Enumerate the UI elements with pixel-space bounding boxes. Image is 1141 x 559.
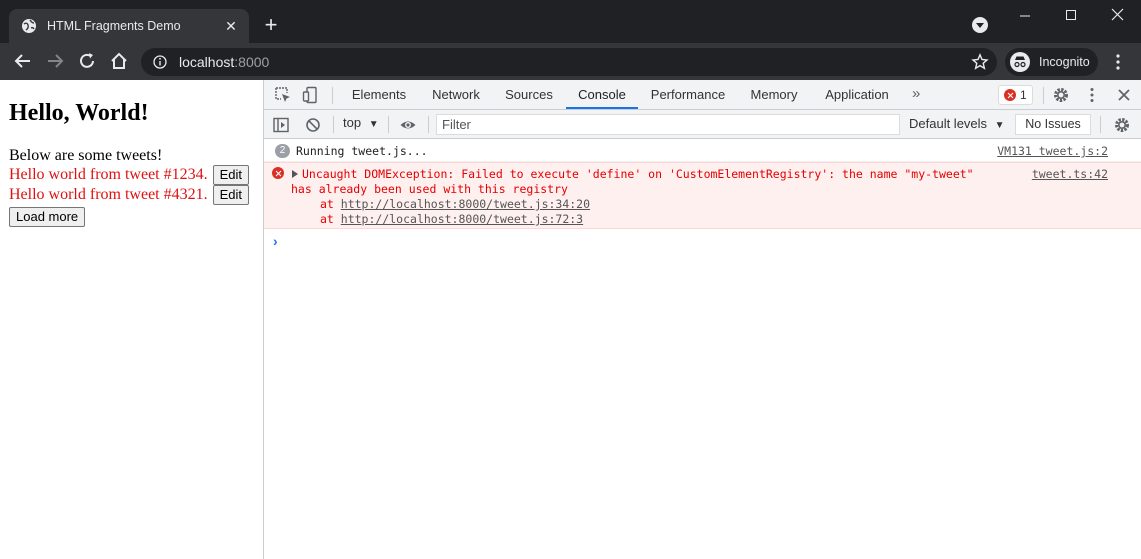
console-settings-gear-icon[interactable] xyxy=(1113,116,1131,134)
stack-link[interactable]: http://localhost:8000/tweet.js:72:3 xyxy=(341,212,583,226)
chevron-down-icon: ▼ xyxy=(994,120,1005,131)
stack-prefix: at xyxy=(320,212,341,226)
context-selector[interactable]: top ▼ xyxy=(343,115,379,130)
page-content: Hello, World! Below are some tweets! Hel… xyxy=(0,80,263,559)
browser-tab[interactable]: HTML Fragments Demo ✕ xyxy=(9,9,249,43)
tweet-item: Hello world from tweet #4321. Edit xyxy=(9,185,254,205)
browser-menu-icon[interactable] xyxy=(1112,52,1124,72)
error-message-line: has already been used with this registry xyxy=(291,182,568,196)
error-icon xyxy=(1004,89,1016,101)
clear-console-icon[interactable] xyxy=(304,116,322,134)
incognito-label: Incognito xyxy=(1039,55,1090,69)
toolbar-separator xyxy=(388,116,389,133)
browser-toolbar: localhost:8000 Incognito xyxy=(0,43,1141,80)
tab-title: HTML Fragments Demo xyxy=(47,19,181,33)
repeat-count-badge: 2 xyxy=(275,144,290,158)
error-message-line: Uncaught DOMException: Failed to execute… xyxy=(302,167,974,181)
tab-performance[interactable]: Performance xyxy=(642,80,734,109)
tab-search-icon[interactable] xyxy=(972,17,988,33)
inspect-element-icon[interactable] xyxy=(274,86,292,104)
show-sidebar-icon[interactable] xyxy=(272,116,290,134)
stack-prefix: at xyxy=(320,197,341,211)
error-count: 1 xyxy=(1020,88,1027,102)
close-tab-icon[interactable]: ✕ xyxy=(223,18,239,35)
load-more-button[interactable]: Load more xyxy=(9,207,86,227)
tab-memory[interactable]: Memory xyxy=(738,80,810,109)
devtools-panel: Elements Network Sources Console Perform… xyxy=(264,80,1141,559)
tweet-text: Hello world from tweet #1234. xyxy=(9,166,208,183)
tab-sources[interactable]: Sources xyxy=(496,80,562,109)
toolbar-separator xyxy=(333,116,334,133)
forward-icon[interactable] xyxy=(44,50,66,72)
devtools-menu-icon[interactable] xyxy=(1083,86,1101,104)
log-levels-value: Default levels xyxy=(909,116,988,131)
console-toolbar: top ▼ Default levels ▼ No Issues xyxy=(264,110,1141,139)
settings-gear-icon[interactable] xyxy=(1052,86,1070,104)
tab-console[interactable]: Console xyxy=(566,80,638,109)
info-icon[interactable] xyxy=(153,55,167,69)
expand-triangle-icon[interactable] xyxy=(292,170,298,178)
context-value: top xyxy=(343,115,362,130)
stack-frame: at http://localhost:8000/tweet.js:34:20 xyxy=(320,197,590,211)
globe-icon xyxy=(22,19,36,33)
stack-link[interactable]: http://localhost:8000/tweet.js:34:20 xyxy=(341,197,590,211)
log-levels-dropdown[interactable]: Default levels ▼ xyxy=(909,116,1005,131)
log-message: Running tweet.js... xyxy=(296,144,428,158)
error-count-badge[interactable]: 1 xyxy=(998,85,1033,105)
error-icon xyxy=(272,167,284,179)
console-filter-input[interactable] xyxy=(436,114,900,135)
page-title: Hello, World! xyxy=(9,100,149,126)
console-output: 2 Running tweet.js... VM131 tweet.js:2 U… xyxy=(264,140,1141,229)
minimize-icon[interactable] xyxy=(1015,6,1035,26)
tab-application[interactable]: Application xyxy=(814,80,900,109)
tweet-item: Hello world from tweet #1234. Edit xyxy=(9,165,254,185)
url-port: :8000 xyxy=(234,54,270,70)
incognito-profile-button[interactable]: Incognito xyxy=(1005,48,1098,76)
tweet-text: Hello world from tweet #4321. xyxy=(9,186,208,203)
close-devtools-icon[interactable] xyxy=(1115,86,1133,104)
toolbar-separator xyxy=(1043,87,1044,104)
home-icon[interactable] xyxy=(108,50,130,72)
console-prompt[interactable]: › xyxy=(273,233,278,249)
page-intro: Below are some tweets! xyxy=(9,147,163,164)
device-toolbar-icon[interactable] xyxy=(302,86,320,104)
tab-elements[interactable]: Elements xyxy=(342,80,416,109)
incognito-icon xyxy=(1010,52,1030,72)
issues-button[interactable]: No Issues xyxy=(1015,114,1091,135)
devtools-tab-bar: Elements Network Sources Console Perform… xyxy=(264,80,1141,110)
address-bar[interactable]: localhost:8000 xyxy=(141,48,997,76)
new-tab-button[interactable]: + xyxy=(259,13,283,37)
reload-icon[interactable] xyxy=(76,50,98,72)
toolbar-separator xyxy=(428,116,429,133)
toolbar-separator xyxy=(1100,116,1101,133)
edit-button[interactable]: Edit xyxy=(212,165,250,185)
tab-network[interactable]: Network xyxy=(420,80,492,109)
more-tabs-button[interactable]: » xyxy=(912,85,920,102)
stack-frame: at http://localhost:8000/tweet.js:72:3 xyxy=(320,212,583,226)
log-source-link[interactable]: VM131 tweet.js:2 xyxy=(997,144,1108,158)
close-window-icon[interactable] xyxy=(1108,6,1128,26)
error-source-link[interactable]: tweet.ts:42 xyxy=(1032,167,1108,181)
back-icon[interactable] xyxy=(12,50,34,72)
live-expression-eye-icon[interactable] xyxy=(399,116,417,134)
edit-button[interactable]: Edit xyxy=(212,185,250,205)
console-log-row: 2 Running tweet.js... VM131 tweet.js:2 xyxy=(264,140,1141,162)
toolbar-separator xyxy=(332,87,333,104)
bookmark-star-icon[interactable] xyxy=(971,53,989,71)
title-bar: HTML Fragments Demo ✕ + xyxy=(0,0,1141,43)
console-error-row: Uncaught DOMException: Failed to execute… xyxy=(264,162,1141,229)
maximize-icon[interactable] xyxy=(1061,6,1081,26)
url-host: localhost xyxy=(179,54,235,70)
chevron-down-icon: ▼ xyxy=(368,119,379,130)
